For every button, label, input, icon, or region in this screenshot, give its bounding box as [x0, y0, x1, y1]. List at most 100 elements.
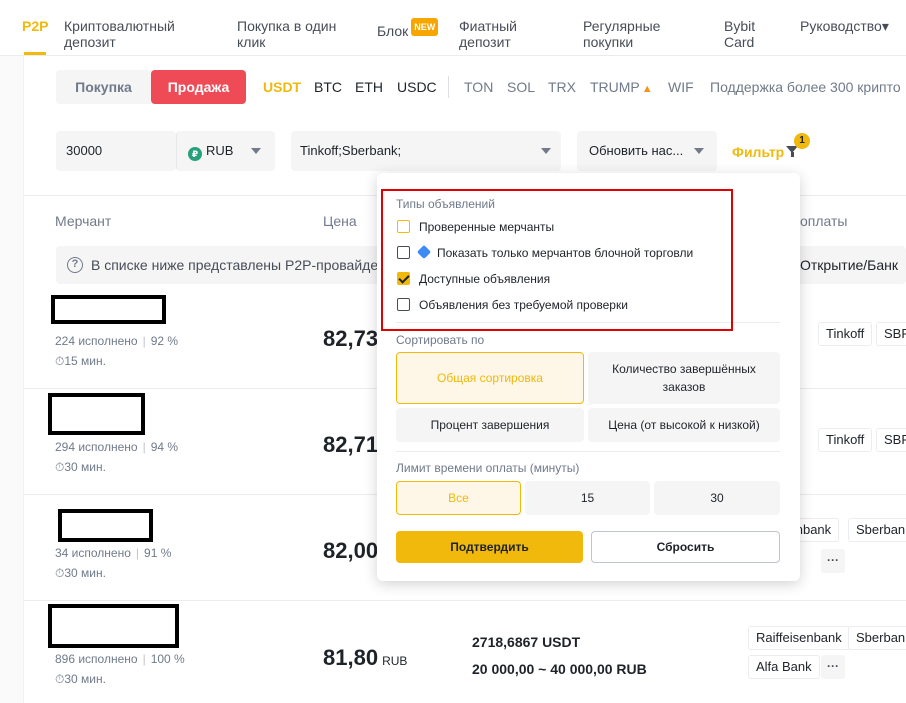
nav-fiat-deposit[interactable]: Фиатный депозит	[459, 18, 549, 50]
checkbox[interactable]	[397, 246, 410, 259]
amount-input[interactable]: 30000	[56, 131, 176, 171]
checkbox-label: Доступные объявления	[419, 272, 551, 286]
header-merchant: Мерчант	[55, 213, 112, 229]
refresh-label: Обновить нас...	[589, 143, 684, 158]
time-limit-15[interactable]: 15	[525, 481, 650, 515]
nav-block-label: Блок	[377, 23, 409, 39]
coin-wif[interactable]: WIF	[668, 79, 694, 95]
price: 82,00	[323, 538, 379, 563]
time-limit-30[interactable]: 30	[654, 481, 780, 515]
payment-time-value: 30 мин.	[64, 566, 106, 580]
redacted-merchant-name	[58, 509, 153, 542]
payment-time: ⏱30 мин.	[55, 566, 106, 581]
coin-trump[interactable]: TRUMP ▲	[590, 79, 653, 95]
checkbox-verified-merchants[interactable]: Проверенные мерчанты	[397, 220, 554, 234]
orders-completed: 896 исполнено	[55, 652, 138, 666]
checkbox-label: Объявления без требуемой проверки	[419, 298, 628, 312]
ruble-icon: ₽	[188, 147, 202, 161]
fire-icon: ▲	[641, 83, 653, 95]
orders-completed: 224 исполнено	[55, 334, 138, 348]
clock-icon: ⏱	[55, 672, 65, 686]
payment-chip: Sberbank	[848, 518, 906, 542]
completion-rate: 91 %	[144, 546, 172, 560]
coin-trx[interactable]: TRX	[548, 79, 576, 95]
more-payments-button[interactable]: ···	[821, 549, 845, 573]
question-icon: ?	[67, 257, 83, 273]
reset-button[interactable]: Сбросить	[591, 531, 780, 563]
completion-rate: 100 %	[150, 652, 185, 666]
checkbox-no-verification[interactable]: Объявления без требуемой проверки	[397, 298, 628, 312]
top-nav: P2P Криптовалютный депозит Покупка в оди…	[0, 0, 906, 56]
coin-usdt[interactable]: USDT	[263, 79, 301, 95]
coin-btc[interactable]: BTC	[314, 79, 342, 95]
clock-icon: ⏱	[55, 460, 65, 474]
sort-completed-orders[interactable]: Количество завершённых заказов	[588, 352, 780, 404]
clock-icon: ⏱	[55, 354, 65, 368]
nav-one-click-buy[interactable]: Покупка в один клик	[237, 18, 357, 50]
coin-ton[interactable]: TON	[464, 79, 493, 95]
header-payment: оплаты	[800, 213, 848, 229]
sell-tab[interactable]: Продажа	[151, 70, 246, 104]
nav-crypto-deposit[interactable]: Криптовалютный депозит	[64, 18, 204, 50]
coin-usdc[interactable]: USDC	[397, 79, 437, 95]
price-currency: RUB	[382, 654, 408, 668]
nav-p2p[interactable]: P2P	[22, 18, 48, 34]
payment-time-value: 30 мин.	[64, 460, 106, 474]
payment-chip: Tinkoff	[818, 322, 873, 346]
buy-tab[interactable]: Покупка	[56, 70, 151, 104]
notice-text: В списке ниже представлены P2P-провайде	[91, 257, 379, 273]
more-payments-button[interactable]: ···	[821, 655, 845, 679]
merchant-stats: 34 исполнено | 91 %	[55, 546, 172, 560]
refresh-select[interactable]: Обновить нас...	[577, 131, 717, 171]
confirm-button[interactable]: Подтвердить	[396, 531, 583, 563]
new-badge: NEW	[411, 18, 439, 36]
redacted-merchant-name	[48, 604, 179, 648]
checkbox[interactable]	[397, 298, 410, 311]
sort-price-desc[interactable]: Цена (от высокой к низкой)	[588, 408, 780, 442]
nav-guide[interactable]: Руководство▾	[800, 18, 889, 34]
currency-select[interactable]: ₽ RUB	[176, 131, 275, 171]
payment-time: ⏱30 мин.	[55, 460, 106, 475]
nav-block[interactable]: Блок NEW	[377, 18, 439, 39]
payment-method-select[interactable]: Tinkoff;Sberbank;	[291, 131, 561, 171]
payment-time: ⏱30 мин.	[55, 672, 106, 687]
payment-chip: Raiffeisenbank	[748, 626, 850, 650]
redacted-merchant-name	[51, 295, 166, 324]
payment-method-label: Tinkoff;Sberbank;	[300, 143, 402, 158]
payment-time: ⏱15 мин.	[55, 354, 106, 369]
chevron-down-icon: ▾	[881, 18, 889, 34]
filter-button[interactable]: Фильтр	[732, 144, 784, 160]
divider	[396, 322, 780, 323]
sort-title: Сортировать по	[396, 333, 485, 347]
nav-bybit-card[interactable]: Bybit Card	[724, 18, 774, 50]
checkbox-checked[interactable]	[397, 272, 410, 285]
checkbox[interactable]	[397, 220, 410, 233]
divider	[396, 451, 780, 452]
orders-completed: 34 исполнено	[55, 546, 131, 560]
payment-chip: Sberbank	[848, 626, 906, 650]
sort-general[interactable]: Общая сортировка	[396, 352, 584, 404]
merchant-stats: 224 исполнено | 92 %	[55, 334, 179, 348]
checkbox-label: Показать только мерчантов блочной торгов…	[437, 246, 694, 260]
chevron-down-icon	[694, 148, 704, 154]
verified-diamond-icon	[416, 244, 432, 260]
notice-bank-text: Открытие/Банк	[800, 257, 899, 273]
completion-rate: 92 %	[150, 334, 179, 348]
payment-time-value: 15 мин.	[64, 354, 106, 368]
more-coins-text: Поддержка более 300 крипто	[710, 79, 901, 95]
coin-sol[interactable]: SOL	[507, 79, 535, 95]
time-limit-all[interactable]: Все	[396, 481, 521, 515]
filter-icon-stem	[791, 152, 794, 157]
sort-completion-rate[interactable]: Процент завершения	[396, 408, 584, 442]
coin-eth[interactable]: ETH	[355, 79, 383, 95]
time-limit-title: Лимит времени оплаты (минуты)	[396, 461, 580, 475]
merchant-stats: 896 исполнено | 100 %	[55, 652, 185, 666]
chevron-down-icon	[541, 148, 551, 154]
checkbox-block-traders[interactable]: Показать только мерчантов блочной торгов…	[397, 244, 694, 260]
checkbox-available-ads[interactable]: Доступные объявления	[397, 272, 550, 286]
currency-label: RUB	[206, 143, 234, 158]
trade-type-toggle: Покупка Продажа	[56, 70, 246, 104]
price: 81,80 RUB	[323, 645, 407, 671]
nav-recurring-buy[interactable]: Регулярные покупки	[583, 18, 693, 50]
merchant-stats: 294 исполнено | 94 %	[55, 440, 179, 454]
